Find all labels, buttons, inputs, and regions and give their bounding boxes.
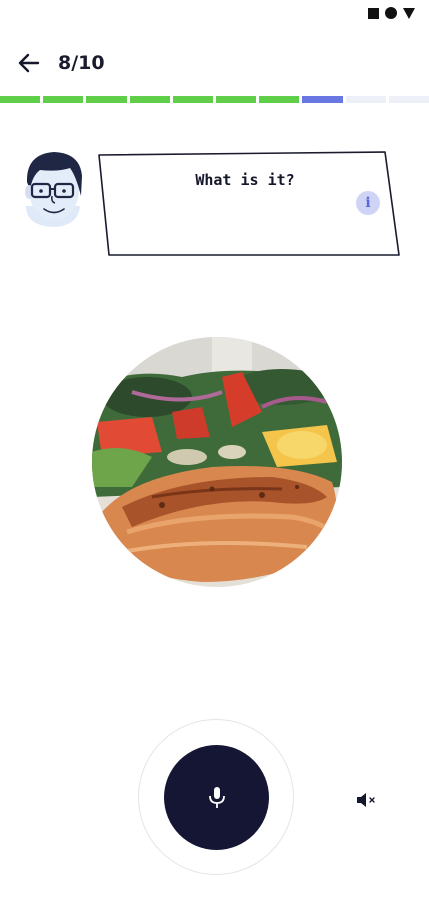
progress-segment	[86, 96, 127, 103]
progress-segment	[0, 96, 41, 103]
progress-segment	[302, 96, 343, 103]
header: 8/10	[0, 42, 429, 82]
speaker-muted-icon	[357, 793, 375, 807]
progress-segment	[259, 96, 300, 103]
arrow-left-icon	[18, 53, 40, 73]
info-icon: i	[365, 195, 371, 211]
food-image	[92, 337, 342, 587]
progress-segment	[129, 96, 170, 103]
progress-segment	[388, 96, 429, 103]
progress-segment	[43, 96, 84, 103]
back-button[interactable]	[16, 50, 42, 76]
tutor-avatar	[18, 146, 88, 228]
progress-counter: 8/10	[58, 52, 105, 74]
speech-bubble: What is it? i	[97, 151, 401, 259]
progress-bar	[0, 96, 429, 103]
mute-button[interactable]	[354, 790, 380, 810]
progress-segment	[216, 96, 257, 103]
stop-icon	[368, 7, 379, 19]
progress-segment	[345, 96, 386, 103]
progress-segment	[172, 96, 214, 103]
record-answer-button[interactable]	[164, 745, 269, 850]
status-bar	[0, 0, 429, 28]
question-text: What is it?	[195, 171, 295, 189]
record-icon	[385, 7, 397, 19]
info-button[interactable]: i	[356, 191, 380, 215]
microphone-icon	[209, 787, 225, 808]
signal-icon	[403, 7, 415, 19]
